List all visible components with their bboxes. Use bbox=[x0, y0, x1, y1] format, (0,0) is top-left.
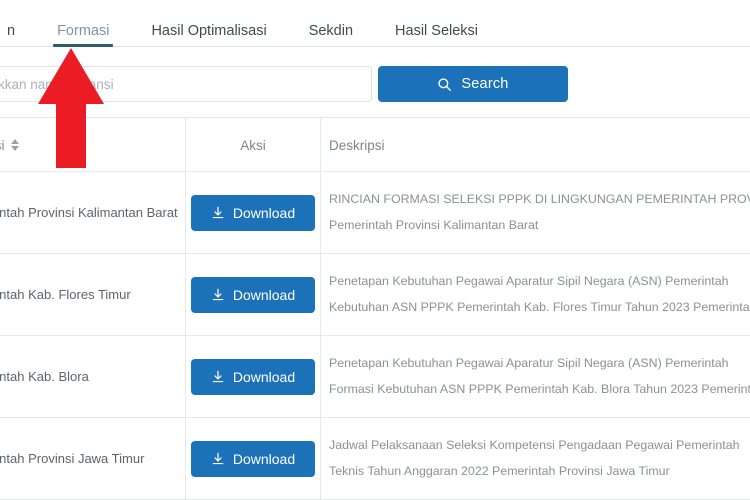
column-header-instansi-label: Instansi bbox=[0, 137, 5, 153]
download-button[interactable]: Download bbox=[191, 276, 315, 313]
search-icon bbox=[437, 77, 452, 92]
tab-formasi[interactable]: Formasi bbox=[36, 0, 130, 47]
deskripsi-line-2: Formasi Kebutuhan ASN PPPK Pemerintah Ka… bbox=[329, 381, 750, 396]
table-row: Pemerintah Provinsi Jawa Timur Download … bbox=[0, 418, 750, 500]
deskripsi-line-1: Penetapan Kebutuhan Pegawai Aparatur Sip… bbox=[329, 273, 729, 288]
cell-deskripsi: Penetapan Kebutuhan Pegawai Aparatur Sip… bbox=[321, 336, 750, 417]
column-header-deskripsi: Deskripsi bbox=[321, 118, 750, 172]
cell-aksi: Download bbox=[186, 336, 320, 417]
download-button-label: Download bbox=[232, 204, 296, 221]
download-button-label: Download bbox=[232, 286, 296, 303]
cell-instansi: Pemerintah Provinsi Kalimantan Barat bbox=[0, 205, 178, 220]
tab-bar: n Formasi Hasil Optimalisasi Sekdin Hasi… bbox=[0, 0, 750, 47]
cell-instansi: Pemerintah Kab. Blora bbox=[0, 369, 89, 384]
deskripsi-line-1: Jadwal Pelaksanaan Seleksi Kompetensi Pe… bbox=[329, 437, 740, 452]
tab-sekdin[interactable]: Sekdin bbox=[288, 0, 374, 47]
tab-hasil-optimalisasi[interactable]: Hasil Optimalisasi bbox=[130, 0, 287, 47]
column-header-deskripsi-label: Deskripsi bbox=[329, 137, 385, 153]
cell-aksi: Download bbox=[186, 172, 320, 253]
deskripsi-line-1: Penetapan Kebutuhan Pegawai Aparatur Sip… bbox=[329, 355, 729, 370]
download-button-label: Download bbox=[232, 368, 296, 385]
deskripsi-line-2: Teknis Tahun Anggaran 2022 Pemerintah Pr… bbox=[329, 463, 670, 478]
column-header-instansi[interactable]: Instansi bbox=[0, 118, 185, 172]
tab-hasil-seleksi[interactable]: Hasil Seleksi bbox=[374, 0, 499, 47]
table-row: Pemerintah Provinsi Kalimantan Barat Dow… bbox=[0, 172, 750, 254]
tab-list: n Formasi Hasil Optimalisasi Sekdin Hasi… bbox=[0, 0, 499, 47]
cell-instansi: Pemerintah Provinsi Jawa Timur bbox=[0, 451, 145, 466]
cell-instansi: Pemerintah Kab. Flores Timur bbox=[0, 287, 131, 302]
table-row: Pemerintah Kab. Flores Timur Download Pe… bbox=[0, 254, 750, 336]
formasi-table: Instansi Aksi Deskripsi Pemerintah Provi… bbox=[0, 117, 750, 500]
search-button-label: Search bbox=[461, 75, 509, 92]
sort-updown-icon[interactable] bbox=[10, 139, 19, 151]
cell-deskripsi: Jadwal Pelaksanaan Seleksi Kompetensi Pe… bbox=[321, 418, 750, 499]
deskripsi-line-2: Kebutuhan ASN PPPK Pemerintah Kab. Flore… bbox=[329, 299, 750, 314]
download-icon bbox=[211, 288, 225, 302]
download-icon bbox=[211, 370, 225, 384]
search-input[interactable] bbox=[0, 66, 372, 102]
search-row bbox=[0, 58, 750, 110]
download-button[interactable]: Download bbox=[191, 358, 315, 395]
table-row: Pemerintah Kab. Blora Download Penetapan… bbox=[0, 336, 750, 418]
tab-clipped-previous[interactable]: n bbox=[0, 0, 36, 47]
cell-aksi: Download bbox=[186, 254, 320, 335]
cell-deskripsi: RINCIAN FORMASI SELEKSI PPPK DI LINGKUNG… bbox=[321, 172, 750, 253]
download-button[interactable]: Download bbox=[191, 440, 315, 477]
deskripsi-line-1: RINCIAN FORMASI SELEKSI PPPK DI LINGKUNG… bbox=[329, 191, 750, 206]
download-icon bbox=[211, 452, 225, 466]
download-button-label: Download bbox=[232, 450, 296, 467]
cell-deskripsi: Penetapan Kebutuhan Pegawai Aparatur Sip… bbox=[321, 254, 750, 335]
deskripsi-line-2: Pemerintah Provinsi Kalimantan Barat bbox=[329, 217, 539, 232]
cell-aksi: Download bbox=[186, 418, 320, 499]
download-icon bbox=[211, 206, 225, 220]
download-button[interactable]: Download bbox=[191, 194, 315, 231]
table-header-row: Instansi Aksi Deskripsi bbox=[0, 117, 750, 172]
formasi-page: n Formasi Hasil Optimalisasi Sekdin Hasi… bbox=[0, 0, 750, 500]
column-header-aksi: Aksi bbox=[186, 118, 320, 172]
column-header-aksi-label: Aksi bbox=[240, 137, 266, 153]
search-button[interactable]: Search bbox=[378, 66, 568, 102]
